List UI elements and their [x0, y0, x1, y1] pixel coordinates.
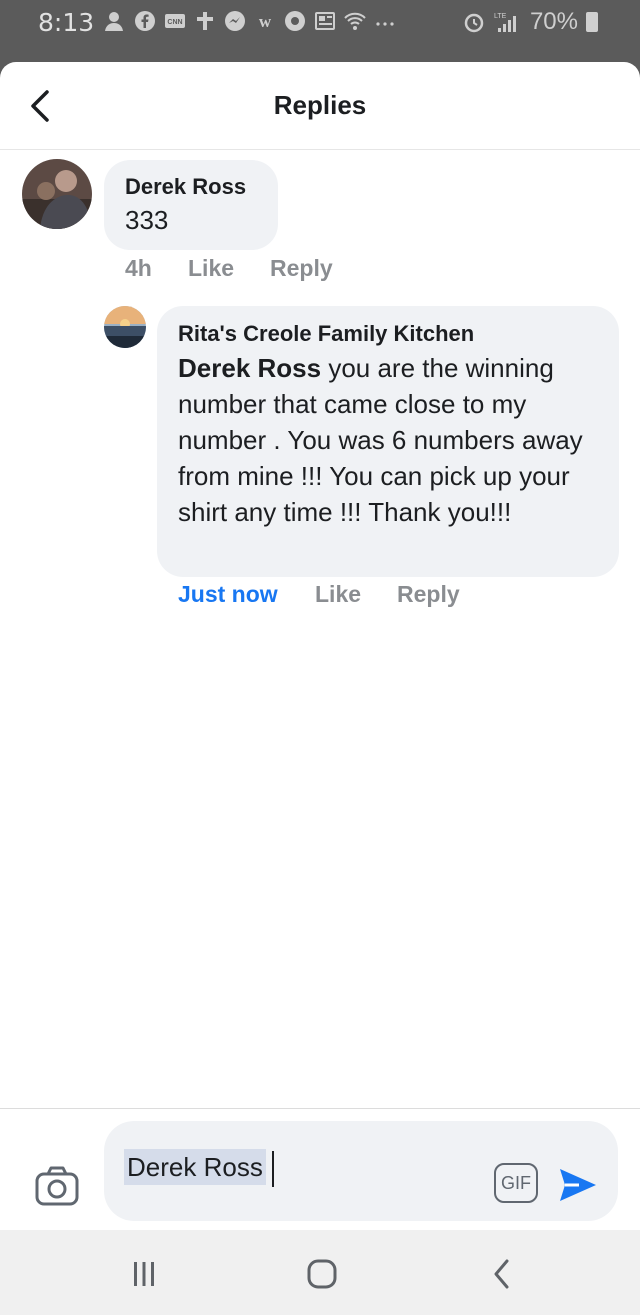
- cross-icon: [197, 12, 213, 30]
- back-arrow-icon: [494, 1259, 509, 1289]
- composer: Derek Ross GIF: [0, 1108, 640, 1230]
- status-bar: 8:13 CNN w LTE 70%: [0, 0, 640, 62]
- svg-text:LTE: LTE: [494, 13, 507, 20]
- send-button[interactable]: [556, 1165, 600, 1205]
- page-title: Replies: [273, 90, 367, 120]
- comment-time: 4h: [125, 255, 152, 281]
- comment-actions: 4h Like Reply: [125, 255, 333, 282]
- chrome-icon: [285, 11, 305, 31]
- more-icon: [376, 22, 394, 26]
- reply-reply-button[interactable]: Reply: [397, 581, 460, 608]
- contact-icon: [105, 12, 123, 31]
- reply-time: Just now: [178, 581, 278, 607]
- reply-like-button[interactable]: Like: [315, 581, 397, 608]
- comment-text: 333: [125, 205, 169, 235]
- status-time: 8:13: [38, 8, 95, 37]
- comment-author[interactable]: Derek Ross: [125, 174, 246, 200]
- reply-text: Derek Ross you are the winning number th…: [178, 350, 603, 530]
- signal-icon: LTE: [494, 13, 516, 32]
- camera-icon: [35, 1166, 79, 1206]
- system-nav-bar: [0, 1230, 640, 1315]
- home-button[interactable]: [302, 1256, 342, 1292]
- w-app-icon: w: [259, 12, 272, 31]
- news-icon: [315, 12, 335, 30]
- facebook-icon: [135, 11, 155, 31]
- comment-input[interactable]: Derek Ross GIF: [104, 1121, 618, 1221]
- battery-icon: [586, 12, 598, 32]
- messenger-icon: [225, 11, 245, 31]
- comment-input-value[interactable]: Derek Ross: [124, 1149, 266, 1185]
- reply-author[interactable]: Rita's Creole Family Kitchen: [178, 321, 474, 347]
- avatar-derek-ross[interactable]: [22, 159, 92, 229]
- battery-percent: 70%: [529, 8, 578, 35]
- notification-icons: CNN w: [104, 10, 396, 32]
- gif-button[interactable]: GIF: [494, 1163, 538, 1203]
- header: Replies: [0, 62, 640, 150]
- svg-text:w: w: [259, 12, 272, 31]
- alarm-icon: [464, 13, 484, 33]
- svg-text:CNN: CNN: [167, 19, 182, 26]
- send-icon: [560, 1169, 596, 1201]
- comment-bubble[interactable]: Derek Ross 333: [104, 160, 278, 250]
- nav-back-button[interactable]: [482, 1256, 522, 1292]
- status-right: LTE 70%: [462, 8, 598, 36]
- reply-mention[interactable]: Derek Ross: [178, 353, 321, 383]
- comment-like-button[interactable]: Like: [188, 255, 270, 282]
- recent-apps-button[interactable]: [124, 1256, 164, 1292]
- reply-actions: Just now Like Reply: [178, 581, 460, 608]
- recent-apps-icon: [134, 1262, 154, 1286]
- wifi-icon: [344, 12, 366, 30]
- home-icon: [307, 1259, 337, 1289]
- avatar-ritas-creole[interactable]: [104, 306, 146, 348]
- text-caret: [272, 1151, 274, 1187]
- cnn-icon: CNN: [165, 14, 185, 28]
- replies-sheet: Replies Derek Ross 333 4h Like Reply Rit…: [0, 62, 640, 1230]
- camera-button[interactable]: [34, 1165, 80, 1207]
- reply-bubble[interactable]: Rita's Creole Family Kitchen Derek Ross …: [157, 306, 619, 577]
- comment-reply-button[interactable]: Reply: [270, 255, 333, 282]
